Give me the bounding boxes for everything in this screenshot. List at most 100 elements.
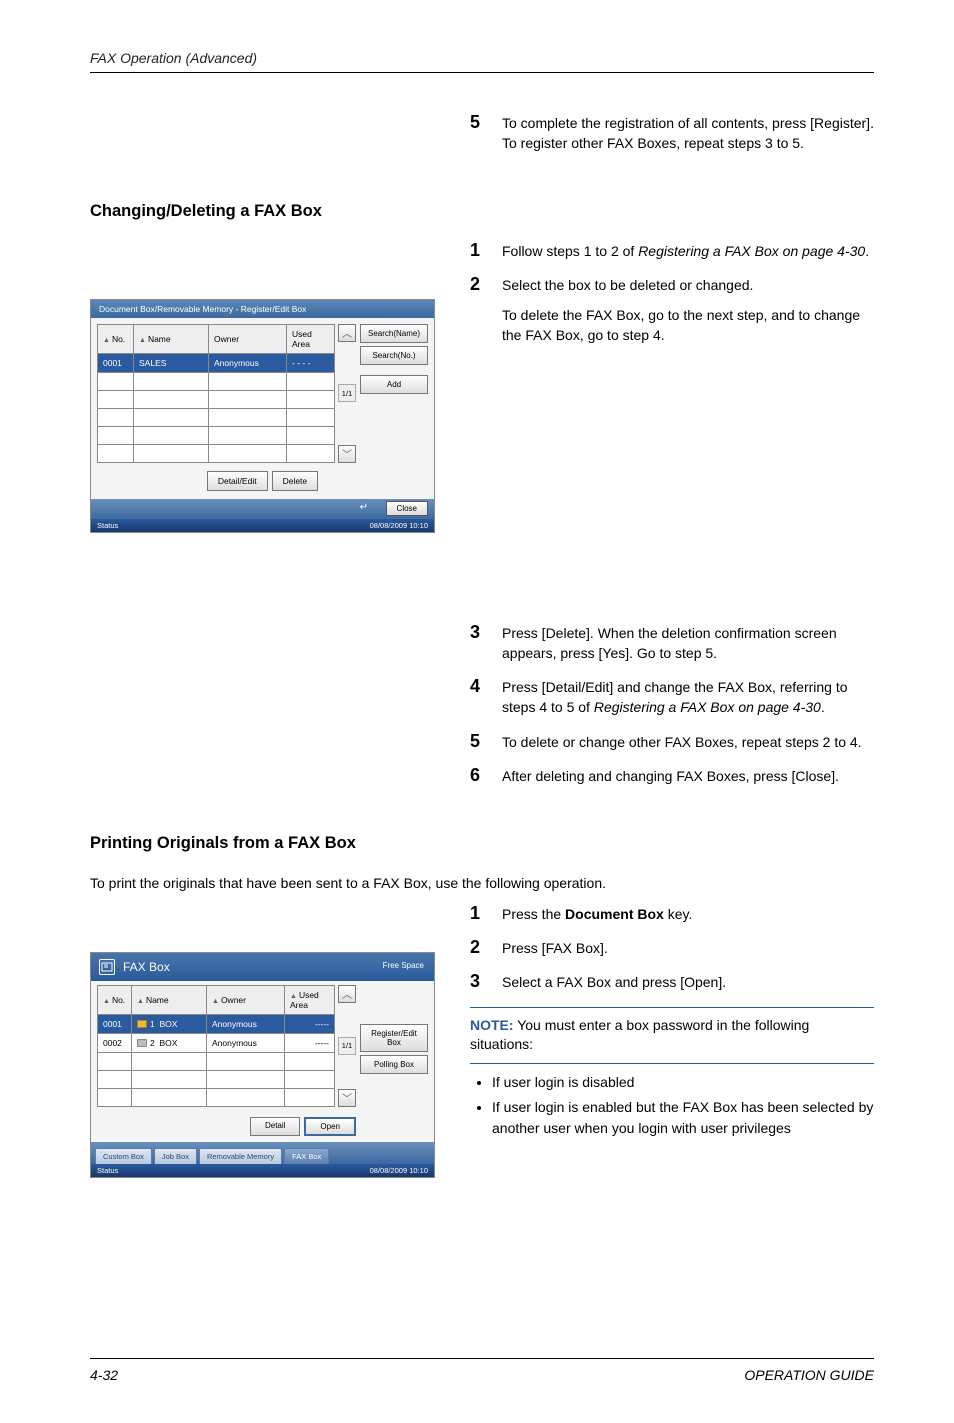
table-row[interactable] <box>98 444 335 462</box>
step-number: 4 <box>470 677 484 718</box>
step-number: 6 <box>470 766 484 786</box>
status-datetime: 08/08/2009 10:10 <box>370 1166 428 1175</box>
table-row[interactable]: 0001 SALES Anonymous - - - - <box>98 353 335 372</box>
cell-name: 2 BOX <box>132 1033 207 1052</box>
page-indicator: 1/1 <box>338 1037 356 1055</box>
polling-box-button[interactable]: Polling Box <box>360 1055 428 1074</box>
chevron-down-icon: ﹀ <box>342 446 352 461</box>
table-row[interactable] <box>98 426 335 444</box>
scroll-up-button[interactable]: ︿ <box>338 324 356 342</box>
detail-button[interactable]: Detail <box>250 1117 300 1136</box>
cell-used: - - - - <box>287 353 335 372</box>
status-bar: Status 08/08/2009 10:10 <box>91 519 434 532</box>
step-text: Follow steps 1 to 2 of Registering a FAX… <box>502 241 869 261</box>
chevron-up-icon: ︿ <box>342 325 352 340</box>
step-number: 5 <box>470 113 484 154</box>
step-number: 2 <box>470 275 484 346</box>
box-tabs: Custom Box Job Box Removable Memory FAX … <box>91 1142 434 1164</box>
status-datetime: 08/08/2009 10:10 <box>370 521 428 530</box>
scroll-down-button[interactable]: ﹀ <box>338 1089 356 1107</box>
step-text: Select the box to be deleted or changed.… <box>502 275 874 346</box>
panel-title: FAX Box <box>123 960 170 974</box>
table-row[interactable] <box>98 1070 335 1088</box>
page-header: FAX Operation (Advanced) <box>90 50 874 66</box>
step-number: 2 <box>470 938 484 958</box>
page-number: 4-32 <box>90 1367 118 1383</box>
col-name[interactable]: ▲Name <box>134 324 209 353</box>
step-number: 5 <box>470 732 484 752</box>
table-row[interactable]: 0001 1 BOX Anonymous ----- <box>98 1014 335 1033</box>
heading-printing-originals: Printing Originals from a FAX Box <box>90 834 874 853</box>
print-intro: To print the originals that have been se… <box>90 873 874 893</box>
page-footer: 4-32 OPERATION GUIDE <box>90 1367 874 1383</box>
status-label[interactable]: Status <box>97 1166 118 1175</box>
open-button[interactable]: Open <box>304 1117 356 1136</box>
close-button[interactable]: Close <box>386 501 428 516</box>
tab-job-box[interactable]: Job Box <box>154 1148 197 1164</box>
cell-name: SALES <box>134 353 209 372</box>
table-row[interactable] <box>98 408 335 426</box>
detail-edit-button[interactable]: Detail/Edit <box>207 471 268 491</box>
col-owner[interactable]: ▲Owner <box>207 985 285 1014</box>
delete-button[interactable]: Delete <box>272 471 319 491</box>
step-text: Press the Document Box key. <box>502 904 692 924</box>
print-step-1: 1 Press the Document Box key. <box>470 904 874 924</box>
search-no-button[interactable]: Search(No.) <box>360 346 428 365</box>
step-text: Press [Detail/Edit] and change the FAX B… <box>502 677 874 718</box>
table-row[interactable] <box>98 1088 335 1106</box>
col-used-area[interactable]: ▲Used Area <box>285 985 335 1014</box>
step-3: 3 Press [Delete]. When the deletion conf… <box>470 623 874 664</box>
search-name-button[interactable]: Search(Name) <box>360 324 428 343</box>
print-step-3: 3 Select a FAX Box and press [Open]. <box>470 972 874 992</box>
box-table: ▲No. ▲Name Owner Used Area 0001 SALES An… <box>97 324 335 463</box>
cell-owner: Anonymous <box>209 353 287 372</box>
col-owner[interactable]: Owner <box>209 324 287 353</box>
step-text: Select a FAX Box and press [Open]. <box>502 972 726 992</box>
tab-custom-box[interactable]: Custom Box <box>95 1148 152 1164</box>
note-block: NOTE: You must enter a box password in t… <box>470 1007 874 1064</box>
cell-owner: Anonymous <box>207 1033 285 1052</box>
step-number: 3 <box>470 623 484 664</box>
table-row[interactable] <box>98 372 335 390</box>
enter-icon: ↵ <box>360 502 368 513</box>
step-number: 3 <box>470 972 484 992</box>
note-label: NOTE: <box>470 1017 514 1033</box>
col-no[interactable]: ▲No. <box>98 985 132 1014</box>
note-text: You must enter a box password in the fol… <box>470 1017 809 1053</box>
fax-box-panel: FAX Box Free Space ▲No. ▲Name ▲Owner ▲Us… <box>90 952 435 1178</box>
tab-removable-memory[interactable]: Removable Memory <box>199 1148 282 1164</box>
chevron-down-icon: ﹀ <box>342 1090 352 1105</box>
list-item: If user login is disabled <box>492 1072 874 1093</box>
tab-fax-box[interactable]: FAX Box <box>284 1148 329 1164</box>
add-button[interactable]: Add <box>360 375 428 394</box>
col-no[interactable]: ▲No. <box>98 324 134 353</box>
table-row[interactable] <box>98 390 335 408</box>
note-bullet-list: If user login is disabled If user login … <box>470 1072 874 1139</box>
cell-used: ----- <box>285 1014 335 1033</box>
print-step-2: 2 Press [FAX Box]. <box>470 938 874 958</box>
footer-guide-label: OPERATION GUIDE <box>744 1367 874 1383</box>
step-text: Press [FAX Box]. <box>502 938 608 958</box>
register-edit-box-panel: Document Box/Removable Memory - Register… <box>90 299 435 533</box>
footer-rule <box>90 1358 874 1359</box>
fax-box-icon <box>99 959 115 975</box>
step-text: After deleting and changing FAX Boxes, p… <box>502 766 839 786</box>
col-used-area[interactable]: Used Area <box>287 324 335 353</box>
table-row[interactable]: 0002 2 BOX Anonymous ----- <box>98 1033 335 1052</box>
step-5: 5 To delete or change other FAX Boxes, r… <box>470 732 874 752</box>
cell-name: 1 BOX <box>132 1014 207 1033</box>
status-label[interactable]: Status <box>97 521 118 530</box>
page-indicator: 1/1 <box>338 384 356 402</box>
folder-icon <box>137 1039 147 1047</box>
step-text: Press [Delete]. When the deletion confir… <box>502 623 874 664</box>
scroll-up-button[interactable]: ︿ <box>338 985 356 1003</box>
step-2: 2 Select the box to be deleted or change… <box>470 275 874 346</box>
panel-titlebar: Document Box/Removable Memory - Register… <box>91 300 434 318</box>
col-name[interactable]: ▲Name <box>132 985 207 1014</box>
step-1: 1 Follow steps 1 to 2 of Registering a F… <box>470 241 874 261</box>
register-edit-box-button[interactable]: Register/Edit Box <box>360 1024 428 1052</box>
chevron-up-icon: ︿ <box>342 986 352 1001</box>
scroll-down-button[interactable]: ﹀ <box>338 445 356 463</box>
table-row[interactable] <box>98 1052 335 1070</box>
free-space-label: Free Space <box>383 961 424 970</box>
